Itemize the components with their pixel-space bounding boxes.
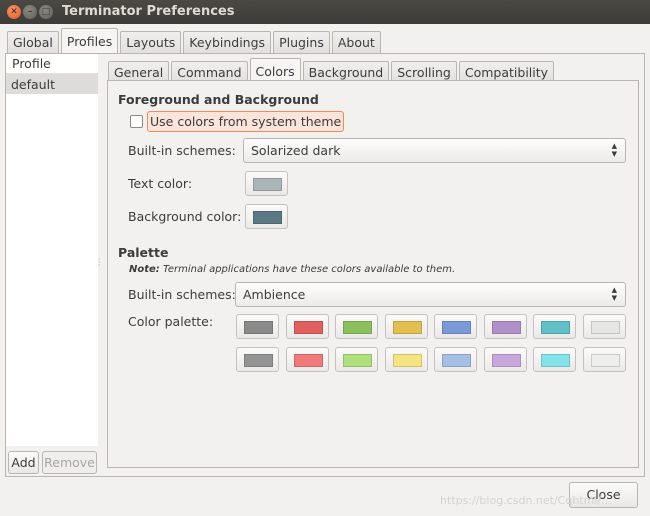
palette-color-button[interactable] — [285, 314, 329, 339]
tab-global[interactable]: Global — [7, 31, 59, 53]
palette-color-swatch — [491, 354, 521, 367]
pane-splitter-handle[interactable]: · · · — [98, 256, 101, 270]
palette-color-button[interactable] — [434, 347, 477, 372]
tab-plugins[interactable]: Plugins — [273, 31, 330, 53]
preferences-window: ✕ – □ Terminator Preferences Global Prof… — [0, 0, 650, 516]
updown-arrows-icon: ▲ ▼ — [611, 286, 617, 302]
tab-layouts[interactable]: Layouts — [120, 31, 182, 53]
palette-color-button[interactable] — [582, 314, 626, 339]
palette-color-button[interactable] — [582, 347, 626, 372]
fg-schemes-select[interactable]: Solarized dark ▲ ▼ — [243, 138, 626, 163]
background-color-button[interactable] — [245, 204, 288, 229]
palette-color-swatch — [392, 321, 422, 334]
color-palette-label: Color palette: — [128, 314, 214, 329]
add-profile-button[interactable]: Add — [8, 451, 39, 474]
palette-color-swatch — [442, 354, 471, 367]
palette-color-swatch — [442, 321, 471, 334]
palette-note: Note: Terminal applications have these c… — [129, 264, 455, 275]
palette-color-button[interactable] — [384, 347, 428, 372]
palette-color-button[interactable] — [236, 347, 279, 372]
background-color-label: Background color: — [128, 209, 242, 224]
palette-color-button[interactable] — [335, 347, 378, 372]
palette-color-swatch — [392, 354, 422, 367]
palette-color-button[interactable] — [285, 347, 329, 372]
minimize-icon[interactable]: – — [23, 5, 37, 19]
palette-color-button[interactable] — [533, 347, 576, 372]
use-system-colors-checkbox[interactable] — [130, 115, 143, 128]
palette-color-button[interactable] — [483, 314, 527, 339]
window-title: Terminator Preferences — [62, 4, 235, 19]
palette-color-swatch — [590, 321, 620, 334]
palette-color-swatch — [244, 321, 273, 334]
palette-section-title: Palette — [118, 245, 169, 260]
palette-note-bold: Note: — [129, 264, 160, 275]
profile-list[interactable]: Profile default — [6, 54, 98, 446]
palette-color-button[interactable] — [236, 314, 279, 339]
title-bar: ✕ – □ Terminator Preferences — [0, 0, 650, 24]
palette-note-text: Terminal applications have these colors … — [163, 264, 456, 275]
fg-bg-section-title: Foreground and Background — [118, 92, 319, 107]
fg-schemes-value: Solarized dark — [251, 143, 341, 158]
palette-color-button[interactable] — [384, 314, 428, 339]
palette-color-swatch — [244, 354, 273, 367]
use-system-colors-label[interactable]: Use colors from system theme — [147, 111, 345, 132]
palette-color-button[interactable] — [533, 314, 576, 339]
palette-color-button[interactable] — [434, 314, 477, 339]
palette-color-button[interactable] — [335, 314, 378, 339]
palette-color-swatch — [491, 321, 521, 334]
text-color-swatch — [253, 178, 282, 191]
palette-color-swatch — [343, 321, 372, 334]
palette-color-swatch — [293, 354, 323, 367]
palette-schemes-select[interactable]: Ambience ▲ ▼ — [235, 282, 626, 307]
remove-profile-button[interactable]: Remove — [42, 451, 97, 474]
palette-color-button[interactable] — [483, 347, 527, 372]
text-color-label: Text color: — [128, 176, 193, 191]
palette-color-swatch — [541, 321, 570, 334]
use-system-colors-option[interactable]: Use colors from system theme — [128, 111, 345, 132]
palette-color-swatch — [343, 354, 372, 367]
main-tab-bar: Global Profiles Layouts Keybindings Plug… — [7, 28, 383, 53]
profile-item-default[interactable]: default — [6, 74, 98, 94]
fg-schemes-label: Built-in schemes: — [128, 143, 236, 158]
palette-color-swatch — [293, 321, 323, 334]
tab-profiles[interactable]: Profiles — [60, 28, 119, 53]
tab-keybindings[interactable]: Keybindings — [183, 31, 272, 53]
profile-list-header[interactable]: Profile — [6, 54, 98, 74]
palette-color-swatch — [590, 354, 620, 367]
watermark-text: https://blog.csdn.net/Cqhtml/... — [440, 494, 612, 507]
maximize-icon[interactable]: □ — [39, 5, 53, 19]
tab-about[interactable]: About — [331, 31, 381, 53]
updown-arrows-icon: ▲ ▼ — [611, 142, 617, 158]
palette-schemes-value: Ambience — [243, 287, 306, 302]
close-icon[interactable]: ✕ — [7, 5, 21, 19]
background-color-swatch — [253, 211, 282, 224]
palette-color-swatch — [541, 354, 570, 367]
palette-schemes-label: Built-in schemes: — [128, 287, 236, 302]
text-color-button[interactable] — [245, 171, 288, 196]
